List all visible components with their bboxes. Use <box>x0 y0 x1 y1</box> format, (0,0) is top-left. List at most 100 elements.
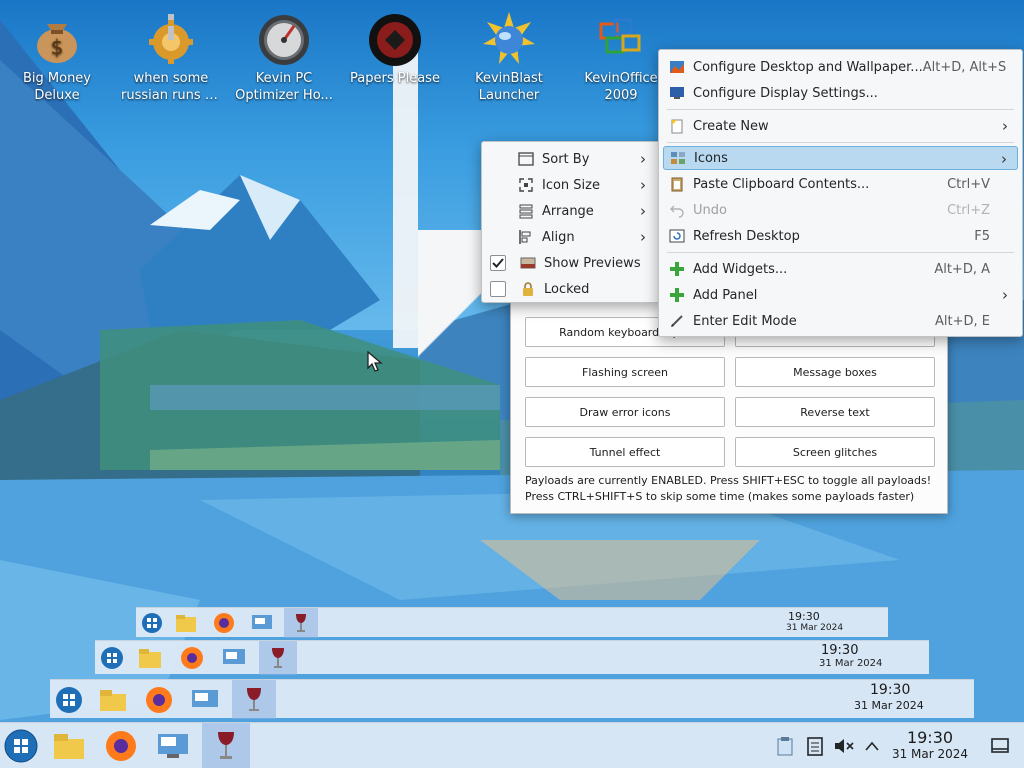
chevron-right-icon: › <box>640 202 646 220</box>
clock-time: 19:30 <box>788 610 820 623</box>
start-menu-icon <box>4 729 38 763</box>
menu-label: Icon Size <box>542 177 600 193</box>
icons-grid-icon <box>670 150 686 166</box>
system-tray: 19:30 31 Mar 2024 <box>770 723 1024 768</box>
money-bag-icon: $ <box>29 10 85 66</box>
firefox-icon <box>179 645 205 671</box>
clock-date: 31 Mar 2024 <box>854 699 924 712</box>
system-tray: 19:30 31 Mar 2024 <box>702 610 882 634</box>
taskbar-echo: 19:30 31 Mar 2024 <box>50 679 974 719</box>
menu-label: Configure Display Settings... <box>693 85 878 101</box>
align-icon <box>518 229 534 245</box>
taskbar-firefox[interactable] <box>102 727 140 765</box>
start-menu-button[interactable] <box>2 727 40 765</box>
submenu-item-align[interactable]: Align › <box>486 225 656 249</box>
chevron-right-icon: › <box>640 150 646 168</box>
icon-label: Kevin PC <box>255 71 313 86</box>
icon-label: Launcher <box>478 88 540 103</box>
menu-label: Create New <box>693 118 769 134</box>
menu-shortcut: Alt+D, Alt+S <box>922 59 1007 75</box>
pencil-icon <box>669 313 685 329</box>
icon-label: when some <box>133 71 209 86</box>
clock-time: 19:30 <box>870 682 911 698</box>
menu-item-add-panel[interactable]: Add Panel › <box>663 283 1018 307</box>
menu-item-add-widgets[interactable]: Add Widgets... Alt+D, A <box>663 257 1018 281</box>
speedometer-icon <box>256 10 312 66</box>
clock-time: 19:30 <box>821 643 859 658</box>
firefox-icon <box>106 731 136 761</box>
icon-label: 2009 <box>604 88 638 103</box>
menu-shortcut: Ctrl+V <box>947 176 990 192</box>
clock-date: 31 Mar 2024 <box>819 658 883 669</box>
taskbar-echo: 19:30 31 Mar 2024 <box>136 607 888 638</box>
payload-info-line: Payloads are currently ENABLED. Press SH… <box>525 474 932 487</box>
payload-button-error-icons[interactable]: Draw error icons <box>525 397 725 427</box>
menu-item-refresh[interactable]: Refresh Desktop F5 <box>663 224 1018 248</box>
notes-tray-icon[interactable] <box>804 735 826 757</box>
chevron-right-icon: › <box>640 228 646 246</box>
submenu-item-sort-by[interactable]: Sort By › <box>486 147 656 171</box>
taskbar-wine[interactable] <box>202 723 250 768</box>
icon-label: Papers Please <box>350 71 440 86</box>
clock-date: 31 Mar 2024 <box>786 623 844 633</box>
menu-item-configure-display[interactable]: Configure Display Settings... <box>663 81 1018 105</box>
resize-icon <box>518 177 534 193</box>
show-desktop-button[interactable] <box>988 735 1012 757</box>
taskbar: 19:30 31 Mar 2024 <box>0 722 1024 768</box>
preview-icon <box>520 255 536 271</box>
submenu-item-arrange[interactable]: Arrange › <box>486 199 656 223</box>
volume-muted-icon[interactable] <box>832 735 856 757</box>
submenu-item-locked[interactable]: Locked <box>486 277 656 301</box>
menu-label: Undo <box>693 202 727 218</box>
checkbox-checked[interactable] <box>490 255 506 271</box>
menu-item-paste[interactable]: Paste Clipboard Contents... Ctrl+V <box>663 172 1018 196</box>
taskbar-file-manager[interactable] <box>50 727 88 765</box>
desktop-icon-big-money[interactable]: $ Big Money Deluxe <box>7 2 107 104</box>
payload-button-tunnel[interactable]: Tunnel effect <box>525 437 725 467</box>
system-icon <box>221 645 247 671</box>
menu-item-icons[interactable]: Icons › <box>663 146 1018 170</box>
mouse-cursor-icon <box>367 351 383 372</box>
wine-glass-icon <box>218 732 234 759</box>
desktop-icon-russian[interactable]: when some russian runs a... <box>121 2 221 104</box>
papers-please-icon <box>367 10 423 66</box>
clock-time: 19:30 <box>906 728 954 747</box>
digital-clock[interactable]: 19:30 31 Mar 2024 <box>890 729 970 765</box>
icon-label: russian runs a... <box>121 88 221 103</box>
payload-button-reverse-text[interactable]: Reverse text <box>735 397 935 427</box>
payload-button-glitches[interactable]: Screen glitches <box>735 437 935 467</box>
lock-icon <box>520 281 536 297</box>
undo-icon <box>669 202 685 218</box>
checkbox-spacer <box>492 229 510 245</box>
payload-button-flashing[interactable]: Flashing screen <box>525 357 725 387</box>
icon-label: KevinOffice <box>584 71 658 86</box>
menu-shortcut: Ctrl+Z <box>947 202 990 218</box>
desktop-icon-office[interactable]: KevinOffice 2009 <box>571 2 671 104</box>
start-menu-icon <box>54 685 84 715</box>
clipboard-tray-icon[interactable] <box>774 735 796 757</box>
payload-info: Payloads are currently ENABLED. Press SH… <box>525 473 931 505</box>
chevron-up-icon[interactable] <box>862 735 882 757</box>
submenu-item-show-previews[interactable]: Show Previews <box>486 251 656 275</box>
checkbox-unchecked[interactable] <box>490 281 506 297</box>
payload-info-line: Press CTRL+SHIFT+S to skip some time (ma… <box>525 490 915 503</box>
desktop-icon-optimizer[interactable]: Kevin PC Optimizer Ho... <box>234 2 334 104</box>
menu-item-configure-desktop[interactable]: Configure Desktop and Wallpaper... Alt+D… <box>663 55 1018 79</box>
wine-icon <box>284 608 318 638</box>
checkbox-spacer <box>492 203 510 219</box>
taskbar-system-settings[interactable] <box>154 727 192 765</box>
desktop-icon-launcher[interactable]: KevinBlast Launcher <box>459 2 559 104</box>
wine-icon <box>232 680 276 719</box>
menu-item-create-new[interactable]: Create New › <box>663 114 1018 138</box>
icons-submenu: Sort By › Icon Size › Arrange › Align › … <box>481 141 661 303</box>
menu-item-undo: Undo Ctrl+Z <box>663 198 1018 222</box>
submenu-item-icon-size[interactable]: Icon Size › <box>486 173 656 197</box>
menu-label: Align <box>542 229 575 245</box>
menu-item-edit-mode[interactable]: Enter Edit Mode Alt+D, E <box>663 309 1018 333</box>
payload-button-message-boxes[interactable]: Message boxes <box>735 357 935 387</box>
desktop-context-menu: Configure Desktop and Wallpaper... Alt+D… <box>658 49 1023 337</box>
folder-icon <box>54 734 84 759</box>
system-tray: 19:30 31 Mar 2024 <box>750 682 970 714</box>
arrange-icon <box>518 203 534 219</box>
desktop-icon-papers[interactable]: Papers Please <box>345 2 445 87</box>
